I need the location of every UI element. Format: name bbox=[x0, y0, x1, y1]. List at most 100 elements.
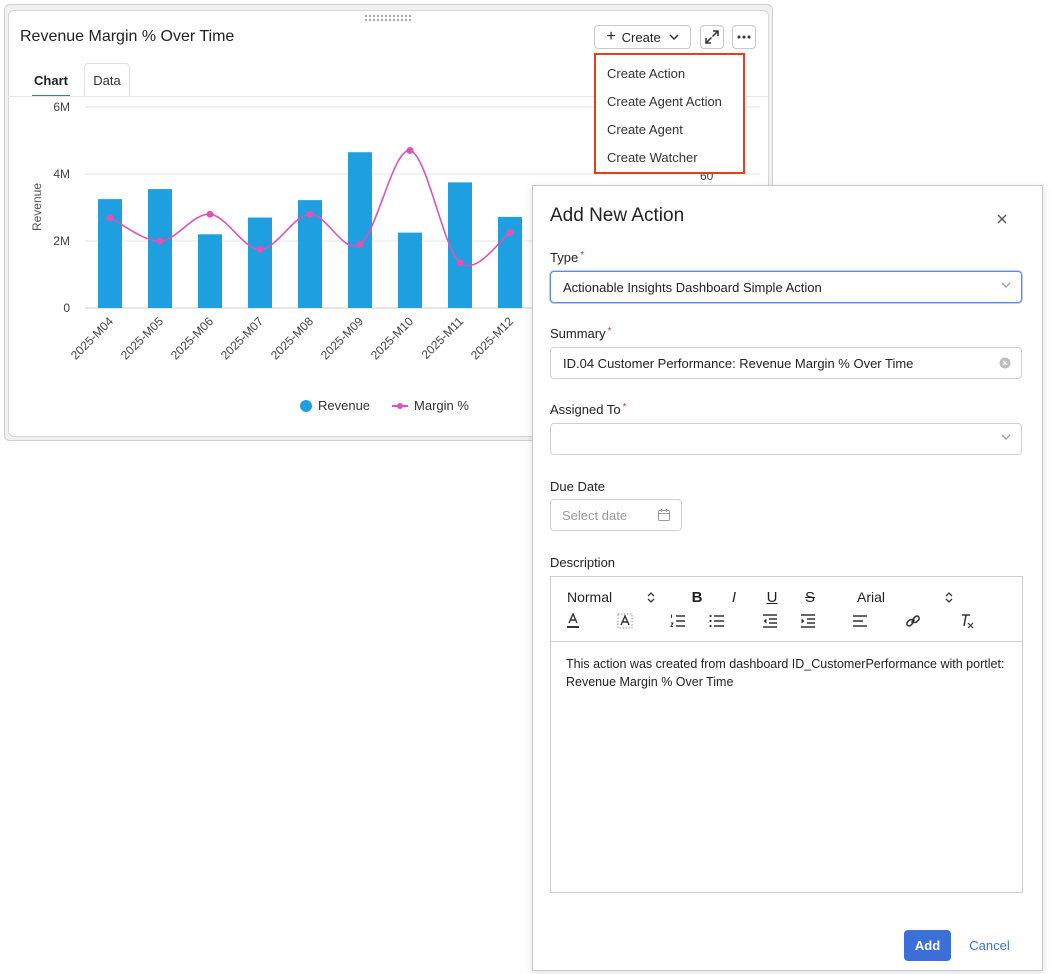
strikethrough-icon: S bbox=[804, 588, 815, 606]
y-axis-title: Revenue bbox=[30, 183, 44, 231]
font-select[interactable]: Arial bbox=[857, 587, 953, 607]
text-color-button[interactable] bbox=[563, 611, 583, 631]
legend-swatch-margin bbox=[392, 402, 409, 409]
x-tick-label: 2025-M04 bbox=[68, 314, 116, 362]
align-left-icon bbox=[853, 615, 867, 627]
dialog-title: Add New Action bbox=[550, 205, 685, 226]
y-tick-label: 0 bbox=[63, 301, 70, 315]
point-margin bbox=[456, 259, 464, 267]
heading-select[interactable]: Normal bbox=[567, 587, 655, 607]
text-color-icon bbox=[567, 613, 579, 628]
legend-item-revenue[interactable]: Revenue bbox=[300, 398, 370, 413]
bold-icon: B bbox=[691, 588, 703, 606]
bar-revenue bbox=[248, 217, 272, 308]
chevron-down-icon bbox=[1001, 282, 1011, 288]
legend-label-margin: Margin % bbox=[414, 398, 469, 413]
bar-revenue bbox=[348, 152, 372, 308]
bullet-list-icon bbox=[709, 614, 724, 628]
clear-format-icon bbox=[962, 614, 974, 629]
x-tick-label: 2025-M11 bbox=[419, 314, 467, 362]
required-mark: * bbox=[607, 326, 612, 337]
italic-button[interactable]: I bbox=[724, 587, 744, 607]
type-label-text: Type bbox=[550, 250, 579, 265]
chevron-down-icon bbox=[1001, 434, 1011, 440]
create-menu: Create Action Create Agent Action Create… bbox=[594, 53, 745, 174]
point-margin bbox=[156, 237, 164, 245]
menu-item-create-watcher[interactable]: Create Watcher bbox=[596, 143, 743, 171]
x-tick-label: 2025-M07 bbox=[218, 314, 266, 362]
menu-item-create-action[interactable]: Create Action bbox=[596, 59, 743, 87]
y-tick-label: 2M bbox=[53, 234, 70, 248]
background-color-icon bbox=[617, 613, 633, 629]
point-margin bbox=[106, 214, 114, 222]
indent-button[interactable] bbox=[798, 611, 818, 631]
y-tick-label: 4M bbox=[53, 167, 70, 181]
description-label: Description bbox=[550, 555, 616, 570]
add-button[interactable]: Add bbox=[904, 930, 951, 961]
description-editor: Normal B I U S Arial This action was cre… bbox=[550, 576, 1023, 893]
heading-select-value: Normal bbox=[567, 589, 613, 605]
clear-icon[interactable] bbox=[999, 357, 1011, 369]
font-select-value: Arial bbox=[857, 589, 886, 605]
assigned-to-label: Assigned To * bbox=[550, 402, 627, 417]
clear-format-button[interactable] bbox=[957, 611, 977, 631]
x-tick-label: 2025-M06 bbox=[168, 314, 216, 362]
ordered-list-icon bbox=[670, 614, 685, 627]
select-arrows-icon bbox=[647, 591, 655, 603]
close-icon bbox=[997, 214, 1007, 224]
summary-label: Summary * bbox=[550, 326, 612, 341]
required-mark: * bbox=[580, 250, 585, 261]
add-action-dialog: Add New Action Type * Actionable Insights… bbox=[532, 185, 1043, 971]
due-date-label: Due Date bbox=[550, 479, 605, 494]
x-tick-label: 2025-M09 bbox=[318, 314, 366, 362]
point-margin bbox=[356, 240, 364, 248]
assigned-to-select[interactable] bbox=[550, 423, 1022, 455]
point-margin bbox=[206, 210, 214, 218]
underline-button[interactable]: U bbox=[762, 587, 782, 607]
x-tick-label: 2025-M10 bbox=[368, 314, 416, 362]
bold-button[interactable]: B bbox=[687, 587, 707, 607]
bar-revenue bbox=[448, 182, 472, 308]
x-tick-label: 2025-M05 bbox=[118, 314, 166, 362]
select-arrows-icon bbox=[945, 591, 953, 603]
legend-label-revenue: Revenue bbox=[318, 398, 371, 413]
type-label: Type * bbox=[550, 250, 584, 265]
background-color-button[interactable] bbox=[615, 611, 635, 631]
assigned-to-label-text: Assigned To bbox=[550, 402, 621, 417]
due-date-picker[interactable]: Select date bbox=[550, 499, 682, 531]
point-margin bbox=[306, 210, 314, 218]
summary-input-value: ID.04 Customer Performance: Revenue Marg… bbox=[563, 355, 914, 371]
strikethrough-button[interactable]: S bbox=[800, 587, 820, 607]
link-button[interactable] bbox=[903, 611, 923, 631]
link-icon bbox=[906, 615, 920, 627]
type-select[interactable]: Actionable Insights Dashboard Simple Act… bbox=[550, 271, 1022, 303]
description-text[interactable]: This action was created from dashboard I… bbox=[566, 655, 1006, 691]
bullet-list-button[interactable] bbox=[707, 611, 727, 631]
required-mark: * bbox=[622, 402, 627, 413]
outdent-button[interactable] bbox=[760, 611, 780, 631]
legend-item-margin[interactable]: Margin % bbox=[392, 398, 469, 413]
indent-icon bbox=[801, 614, 815, 628]
editor-toolbar: Normal B I U S Arial bbox=[551, 577, 1022, 642]
bar-revenue bbox=[398, 232, 422, 308]
underline-icon: U bbox=[766, 588, 778, 606]
x-tick-label: 2025-M12 bbox=[468, 314, 516, 362]
legend-swatch-revenue bbox=[300, 399, 312, 412]
ordered-list-button[interactable] bbox=[668, 611, 688, 631]
point-margin bbox=[506, 229, 514, 237]
align-button[interactable] bbox=[850, 611, 870, 631]
menu-item-create-agent[interactable]: Create Agent bbox=[596, 115, 743, 143]
summary-label-text: Summary bbox=[550, 326, 606, 341]
point-margin bbox=[406, 147, 414, 155]
menu-item-create-agent-action[interactable]: Create Agent Action bbox=[596, 87, 743, 115]
due-date-placeholder: Select date bbox=[562, 507, 628, 523]
x-tick-label: 2025-M08 bbox=[268, 314, 316, 362]
close-button[interactable] bbox=[993, 210, 1011, 228]
italic-icon: I bbox=[731, 588, 737, 606]
y-tick-label: 6M bbox=[53, 100, 70, 114]
point-margin bbox=[256, 245, 264, 253]
cancel-button[interactable]: Cancel bbox=[967, 930, 1012, 961]
summary-input[interactable]: ID.04 Customer Performance: Revenue Marg… bbox=[550, 347, 1022, 379]
calendar-icon bbox=[658, 509, 670, 521]
chart-legend: Revenue Margin % bbox=[300, 398, 469, 413]
